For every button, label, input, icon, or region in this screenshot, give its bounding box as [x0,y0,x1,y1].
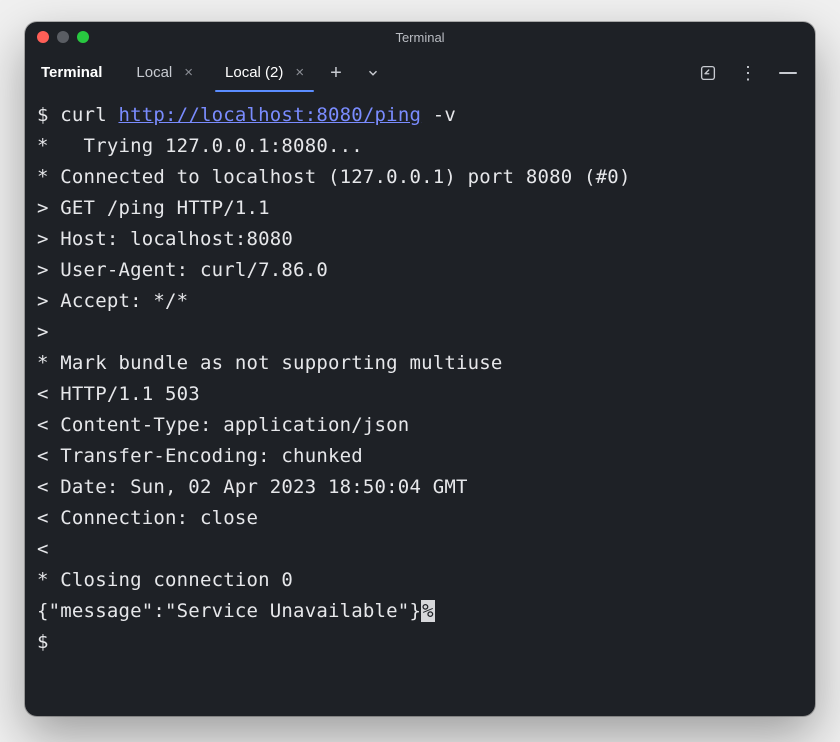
terminal-output[interactable]: $ curl http://localhost:8080/ping -v * T… [25,94,815,716]
command-text: curl [60,104,118,126]
tab-menu-button[interactable] [356,62,390,84]
output-line: > [37,321,49,343]
close-window-button[interactable] [37,31,49,43]
output-line: > GET /ping HTTP/1.1 [37,197,270,219]
output-line: * Trying 127.0.0.1:8080... [37,135,363,157]
tab-local-1[interactable]: Local × [120,56,205,91]
prompt: $ [37,631,49,653]
output-line: < [37,538,49,560]
output-line: < Date: Sun, 02 Apr 2023 18:50:04 GMT [37,476,468,498]
minimize-window-button[interactable] [57,31,69,43]
command-url: http://localhost:8080/ping [118,104,421,126]
output-line: > User-Agent: curl/7.86.0 [37,259,328,281]
output-line: * Mark bundle as not supporting multiuse [37,352,503,374]
panel-icon [699,64,717,82]
traffic-lights [37,31,89,43]
tab-label: Local (2) [225,64,283,81]
close-icon[interactable]: × [182,65,195,80]
response-body: {"message":"Service Unavailable"} [37,600,421,622]
output-line: * Closing connection 0 [37,569,293,591]
output-line: < Content-Type: application/json [37,414,409,436]
tab-label: Local [136,64,172,81]
output-line: * Connected to localhost (127.0.0.1) por… [37,166,631,188]
terminal-dropdown[interactable]: Terminal [35,56,116,91]
kebab-icon: ⋮ [739,64,757,82]
tab-bar: Terminal Local × Local (2) × + ⋮ [25,52,815,94]
output-line: < HTTP/1.1 503 [37,383,200,405]
collapse-button[interactable] [779,72,797,74]
new-tab-button[interactable]: + [320,59,352,87]
prompt: $ [37,104,60,126]
chevron-down-icon [366,66,380,80]
output-line: > Accept: */* [37,290,188,312]
terminal-window: Terminal Terminal Local × Local (2) × + [25,22,815,716]
command-flags: -v [421,104,456,126]
output-line: < Connection: close [37,507,258,529]
window-titlebar: Terminal [25,22,815,52]
no-newline-indicator: % [421,600,435,622]
more-options-button[interactable]: ⋮ [739,64,757,82]
output-line: < Transfer-Encoding: chunked [37,445,363,467]
tab-local-2[interactable]: Local (2) × [209,56,316,91]
minus-icon [779,72,797,74]
close-icon[interactable]: × [293,65,306,80]
panel-toggle-button[interactable] [699,64,717,82]
zoom-window-button[interactable] [77,31,89,43]
window-controls-right: ⋮ [699,64,805,82]
window-title: Terminal [25,30,815,45]
output-line: > Host: localhost:8080 [37,228,293,250]
